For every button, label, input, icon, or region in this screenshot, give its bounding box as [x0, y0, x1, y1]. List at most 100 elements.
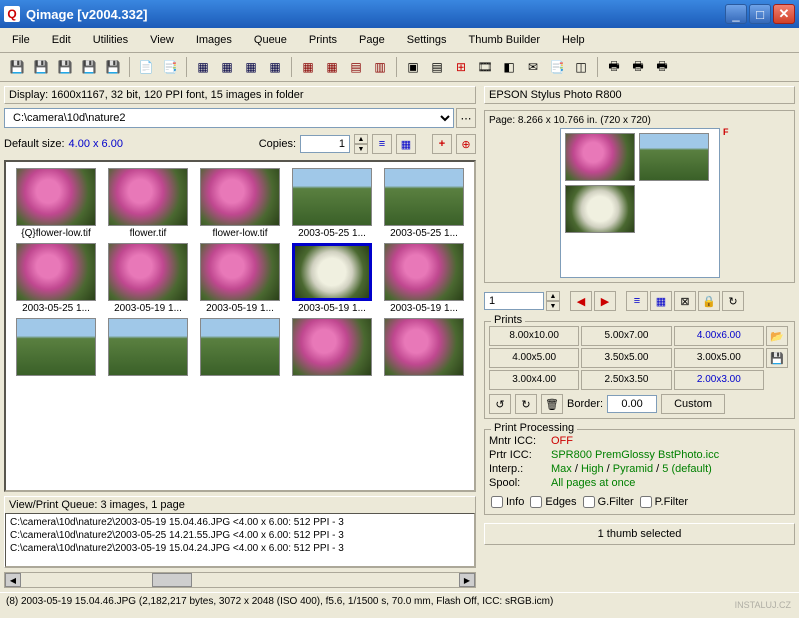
- thumb-1[interactable]: [108, 168, 188, 226]
- queue-item-2[interactable]: C:\camera\10d\nature2\2003-05-19 15.04.2…: [8, 542, 472, 555]
- tb-copy2-icon[interactable]: 📑: [546, 56, 568, 78]
- print-size-300x400[interactable]: 3.00x4.00: [489, 370, 579, 390]
- print-size-250x350[interactable]: 2.50x3.50: [581, 370, 671, 390]
- tb-page-icon[interactable]: 📄: [135, 56, 157, 78]
- copies-input[interactable]: [300, 135, 350, 153]
- thumb-10[interactable]: [16, 318, 96, 376]
- open-icon[interactable]: 📂: [766, 326, 788, 346]
- scroll-left-icon[interactable]: ◀: [5, 573, 21, 587]
- add-button[interactable]: +: [432, 134, 452, 154]
- copies-down[interactable]: ▼: [354, 144, 368, 154]
- thumb-13[interactable]: [292, 318, 372, 376]
- thumb-6[interactable]: [108, 243, 188, 301]
- print-size-500x700[interactable]: 5.00x7.00: [581, 326, 671, 346]
- menu-help[interactable]: Help: [558, 32, 589, 48]
- rotate-cw-icon[interactable]: ↻: [515, 394, 537, 414]
- print-size-400x500[interactable]: 4.00x5.00: [489, 348, 579, 368]
- tb-disk-icon[interactable]: 💾: [54, 56, 76, 78]
- check-edges[interactable]: Edges: [530, 496, 576, 508]
- menu-utilities[interactable]: Utilities: [89, 32, 132, 48]
- thumb-8[interactable]: [292, 243, 372, 301]
- spool-value[interactable]: All pages at once: [551, 477, 635, 489]
- tb-gridred2-icon[interactable]: ▦: [321, 56, 343, 78]
- minimize-button[interactable]: _: [725, 4, 747, 24]
- save-icon[interactable]: 💾: [766, 348, 788, 368]
- queue-list[interactable]: C:\camera\10d\nature2\2003-05-19 15.04.4…: [5, 513, 475, 567]
- lock-icon[interactable]: 🔒: [698, 291, 720, 311]
- tb-gridred4-icon[interactable]: ▥: [369, 56, 391, 78]
- copies-up[interactable]: ▲: [354, 134, 368, 144]
- thumb-2[interactable]: [200, 168, 280, 226]
- page-preview[interactable]: F: [560, 128, 720, 278]
- print-size-350x500[interactable]: 3.50x5.00: [581, 348, 671, 368]
- menu-images[interactable]: Images: [192, 32, 236, 48]
- prtr-value[interactable]: SPR800 PremGlossy BstPhoto.icc: [551, 449, 719, 461]
- tb-tool1-icon[interactable]: ▣: [402, 56, 424, 78]
- maximize-button[interactable]: □: [749, 4, 771, 24]
- thumb-7[interactable]: [200, 243, 280, 301]
- print-size-200x300[interactable]: 2.00x3.00: [674, 370, 764, 390]
- custom-button[interactable]: Custom: [661, 394, 725, 414]
- menu-page[interactable]: Page: [355, 32, 389, 48]
- layout-grid-icon[interactable]: ▦: [650, 291, 672, 311]
- print-size-300x500[interactable]: 3.00x5.00: [674, 348, 764, 368]
- tb-film-icon[interactable]: 🎞: [474, 56, 496, 78]
- thumb-9[interactable]: [384, 243, 464, 301]
- close-button[interactable]: ✕: [773, 4, 795, 24]
- thumb-3[interactable]: [292, 168, 372, 226]
- rotate-ccw-icon[interactable]: ↺: [489, 394, 511, 414]
- menu-settings[interactable]: Settings: [403, 32, 451, 48]
- page-up[interactable]: ▲: [546, 291, 560, 301]
- browse-button[interactable]: ⋯: [456, 108, 476, 128]
- tb-gridred1-icon[interactable]: ▦: [297, 56, 319, 78]
- check-info[interactable]: Info: [491, 496, 524, 508]
- tb-print-setup-icon[interactable]: 🖶: [603, 56, 625, 78]
- thumb-4[interactable]: [384, 168, 464, 226]
- thumb-5[interactable]: [16, 243, 96, 301]
- menu-edit[interactable]: Edit: [48, 32, 75, 48]
- refresh-icon[interactable]: ↻: [722, 291, 744, 311]
- tb-disk2-icon[interactable]: 💾: [78, 56, 100, 78]
- thumb-12[interactable]: [200, 318, 280, 376]
- thumb-14[interactable]: [384, 318, 464, 376]
- add-page-button[interactable]: ⊕: [456, 134, 476, 154]
- tb-tool2-icon[interactable]: ▤: [426, 56, 448, 78]
- menu-thumb-builder[interactable]: Thumb Builder: [465, 32, 545, 48]
- check-pfilter[interactable]: P.Filter: [640, 496, 688, 508]
- view-list-icon[interactable]: ≡: [372, 134, 392, 154]
- queue-scrollbar[interactable]: ◀ ▶: [4, 572, 476, 588]
- tb-save-icon[interactable]: 💾: [30, 56, 52, 78]
- layout-del-icon[interactable]: ⊠: [674, 291, 696, 311]
- tb-copy-icon[interactable]: 📑: [159, 56, 181, 78]
- default-size-value[interactable]: 4.00 x 6.00: [69, 138, 123, 150]
- tb-disk3-icon[interactable]: 💾: [102, 56, 124, 78]
- thumbs-area[interactable]: {Q}flower-low.tifflower.tifflower-low.ti…: [4, 160, 476, 492]
- tb-grid1-icon[interactable]: ▦: [192, 56, 214, 78]
- tb-print2-icon[interactable]: 🖶: [651, 56, 673, 78]
- tb-gridred3-icon[interactable]: ▤: [345, 56, 367, 78]
- queue-item-0[interactable]: C:\camera\10d\nature2\2003-05-19 15.04.4…: [8, 516, 472, 529]
- tb-tool3-icon[interactable]: ⊞: [450, 56, 472, 78]
- menu-view[interactable]: View: [146, 32, 178, 48]
- tb-tool5-icon[interactable]: ◧: [498, 56, 520, 78]
- tb-grid3-icon[interactable]: ▦: [240, 56, 262, 78]
- thumb-0[interactable]: [16, 168, 96, 226]
- menu-prints[interactable]: Prints: [305, 32, 341, 48]
- queue-item-1[interactable]: C:\camera\10d\nature2\2003-05-25 14.21.5…: [8, 529, 472, 542]
- tb-grid4-icon[interactable]: ▦: [264, 56, 286, 78]
- view-grid-icon[interactable]: ▦: [396, 134, 416, 154]
- check-gfilter[interactable]: G.Filter: [583, 496, 634, 508]
- print-size-800x1000[interactable]: 8.00x10.00: [489, 326, 579, 346]
- tb-print-icon[interactable]: 🖶: [627, 56, 649, 78]
- thumb-11[interactable]: [108, 318, 188, 376]
- border-input[interactable]: [607, 395, 657, 413]
- layout-list-icon[interactable]: ≡: [626, 291, 648, 311]
- trash-icon[interactable]: 🗑: [541, 394, 563, 414]
- prev-page-icon[interactable]: ◀: [570, 291, 592, 311]
- next-page-icon[interactable]: ▶: [594, 291, 616, 311]
- menu-file[interactable]: File: [8, 32, 34, 48]
- menu-queue[interactable]: Queue: [250, 32, 291, 48]
- print-size-400x600[interactable]: 4.00x6.00: [674, 326, 764, 346]
- tb-mail-icon[interactable]: ✉: [522, 56, 544, 78]
- path-dropdown[interactable]: C:\camera\10d\nature2: [4, 108, 454, 128]
